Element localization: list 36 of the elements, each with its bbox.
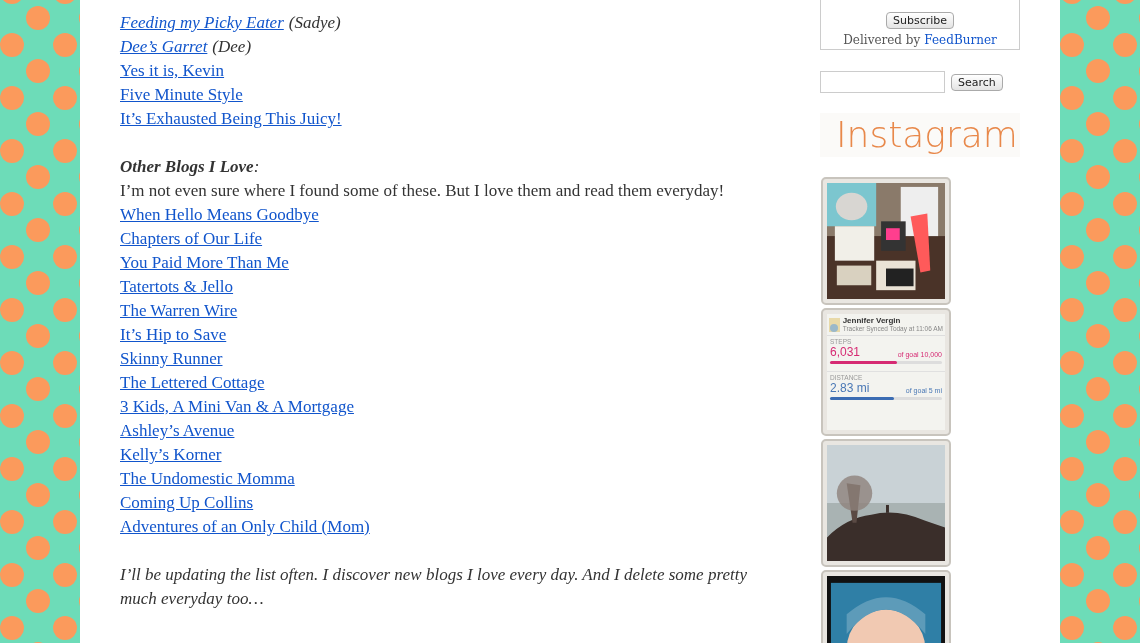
blog-link[interactable]: Yes it is, Kevin bbox=[120, 59, 225, 83]
feedburner-link[interactable]: FeedBurner bbox=[924, 31, 997, 49]
blog-link[interactable]: You Paid More Than Me bbox=[120, 251, 289, 275]
section-heading: Other Blogs I Love: bbox=[120, 156, 260, 178]
blog-link[interactable]: Dee’s Garret bbox=[120, 35, 208, 59]
author-name: (Sadye) bbox=[288, 12, 341, 34]
blog-link[interactable]: Kelly’s Korner bbox=[120, 443, 222, 467]
blog-link[interactable]: It’s Exhausted Being This Juicy! bbox=[120, 107, 342, 131]
blog-link[interactable]: Five Minute Style bbox=[120, 83, 243, 107]
blog-link[interactable]: Feeding my Picky Eater bbox=[120, 11, 284, 35]
stat-value: 2.83 mi bbox=[830, 382, 870, 395]
author-name: (Dee) bbox=[212, 36, 252, 58]
blog-link[interactable]: 3 Kids, A Mini Van & A Mortgage bbox=[120, 395, 354, 419]
user-name: Jennifer Vergin bbox=[842, 316, 902, 325]
blog-link[interactable]: When Hello Means Goodbye bbox=[120, 203, 319, 227]
blog-link[interactable]: Adventures of an Only Child (Mom) bbox=[120, 515, 370, 539]
blog-link[interactable]: Coming Up Collins bbox=[120, 491, 254, 515]
blog-link[interactable]: Tatertots & Jello bbox=[120, 275, 234, 299]
search-field[interactable] bbox=[820, 71, 945, 93]
blog-link[interactable]: It’s Hip to Save bbox=[120, 323, 227, 347]
blog-link[interactable]: Ashley’s Avenue bbox=[120, 419, 235, 443]
blog-link[interactable]: Chapters of Our Life bbox=[120, 227, 263, 251]
avatar-icon bbox=[829, 317, 840, 332]
blog-link[interactable]: The Undomestic Momma bbox=[120, 467, 295, 491]
blog-link[interactable]: Skinny Runner bbox=[120, 347, 223, 371]
photo-frame[interactable] bbox=[821, 177, 951, 305]
blog-link[interactable]: The Warren Wire bbox=[120, 299, 238, 323]
blog-link[interactable]: The Lettered Cottage bbox=[120, 371, 265, 395]
photo-frame[interactable] bbox=[821, 439, 951, 567]
subscribe-button[interactable]: Subscribe bbox=[885, 12, 954, 29]
instagram-heading: Instagram bbox=[836, 113, 1018, 157]
delivered-by-text: Delivered by bbox=[843, 32, 921, 49]
search-button[interactable]: Search bbox=[951, 73, 1003, 91]
closing-note: I’ll be updating the list often. I discover new blogs I love every day. And I delete some pretty much everyday too… bbox=[120, 564, 748, 610]
stat-value: 6,031 bbox=[830, 346, 861, 359]
intro-text: I’m not even sure where I found some of these. But I love them and read them everyday! bbox=[120, 180, 725, 202]
